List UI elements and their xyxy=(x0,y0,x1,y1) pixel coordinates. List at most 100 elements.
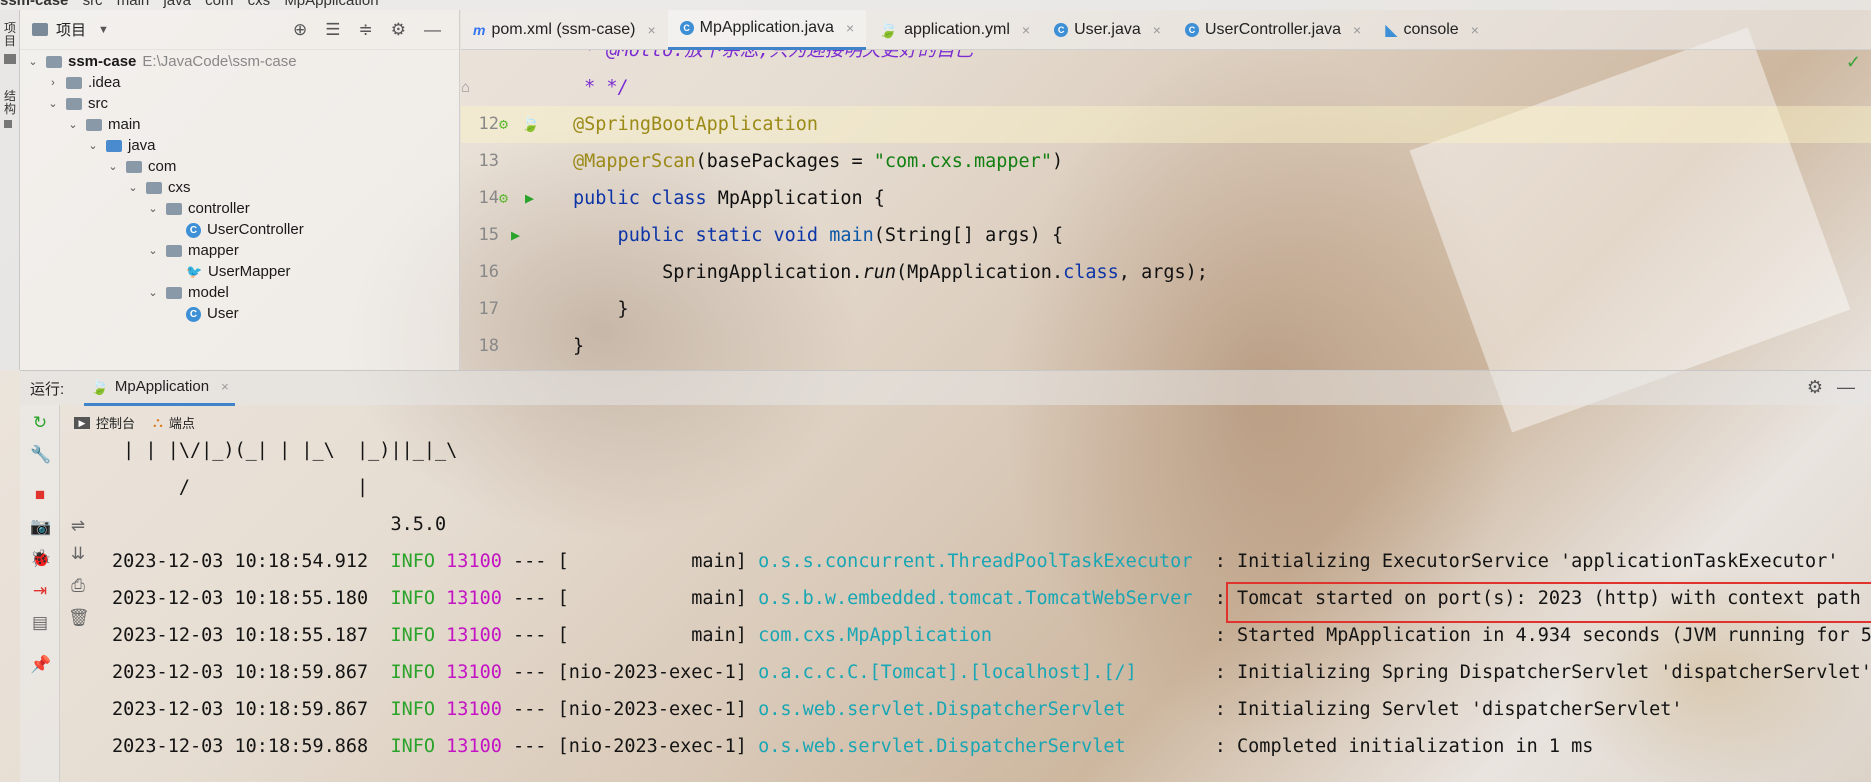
breadcrumb-item[interactable]: MpApplication xyxy=(284,0,378,9)
console-banner-line: / | xyxy=(112,477,369,498)
print-icon[interactable]: ⎙ xyxy=(68,576,88,596)
close-icon[interactable]: × xyxy=(221,379,229,394)
chevron-down-icon[interactable]: ⌄ xyxy=(146,239,160,263)
tab-usercontroller-java[interactable]: C UserController.java × xyxy=(1173,10,1373,50)
class-icon: C xyxy=(186,222,201,238)
close-icon[interactable]: × xyxy=(1153,22,1161,38)
log-thread: [nio-2023-exec-1] xyxy=(557,662,747,683)
run-icon[interactable]: ▶ xyxy=(511,217,520,254)
tree-item-user[interactable]: C User xyxy=(186,302,239,326)
folder-icon xyxy=(66,77,82,89)
layout-icon[interactable]: ▤ xyxy=(30,613,50,633)
chevron-down-icon[interactable]: ⌄ xyxy=(146,197,160,221)
code-token: class xyxy=(1063,262,1119,283)
exit-icon[interactable]: ⇥ xyxy=(30,581,50,601)
gear-icon[interactable]: ⚙ xyxy=(391,20,406,40)
chevron-down-icon[interactable]: ⌄ xyxy=(26,50,40,74)
fold-icon[interactable]: ⌂ xyxy=(461,69,470,106)
gear-icon[interactable]: ⚙ xyxy=(1807,377,1823,398)
package-icon xyxy=(166,203,182,215)
breadcrumb-item[interactable]: ssm-case xyxy=(0,0,68,9)
debug-icon[interactable]: 🐞 xyxy=(30,549,51,569)
run-panel-header: 运行: 🍃 MpApplication × ⚙ — xyxy=(20,370,1871,406)
log-logger[interactable]: o.a.c.c.C.[Tomcat].[localhost].[/] xyxy=(758,662,1204,683)
log-logger[interactable]: o.s.s.concurrent.ThreadPoolTaskExecutor xyxy=(758,551,1204,572)
log-level: INFO xyxy=(390,588,436,609)
tab-user-java[interactable]: C User.java × xyxy=(1042,10,1173,50)
breadcrumb-item[interactable]: main xyxy=(117,0,150,9)
console-log-line: 2023-12-03 10:18:55.180 INFO 13100 --- [… xyxy=(112,580,1871,617)
console-banner-line: 3.5.0 xyxy=(112,514,447,535)
project-tool-tab[interactable]: 项目 xyxy=(2,22,18,48)
spring-bean-icon[interactable]: ⚙ xyxy=(499,106,508,143)
tab-console-view[interactable]: ▶ 控制台 xyxy=(74,413,135,432)
wrench-icon[interactable]: 🔧 xyxy=(30,445,51,465)
tab-pom-xml[interactable]: m pom.xml (ssm-case) × xyxy=(461,10,668,50)
code-text: @MapperScan(basePackages = "com.cxs.mapp… xyxy=(573,143,1063,180)
chevron-down-icon[interactable]: ▼ xyxy=(98,24,109,36)
breadcrumb-item[interactable]: src xyxy=(83,0,103,9)
project-panel-title[interactable]: 项目 xyxy=(56,19,86,40)
stop-icon[interactable]: ■ xyxy=(30,485,50,505)
code-line: 17 } xyxy=(461,291,1871,328)
tool-window-strip: 项目 结构 xyxy=(0,10,20,370)
chevron-down-icon[interactable]: ⌄ xyxy=(86,134,100,158)
breadcrumb-item[interactable]: java xyxy=(163,0,191,9)
minimize-icon[interactable]: — xyxy=(1837,377,1855,398)
spring-icon[interactable]: 🍃 xyxy=(521,106,540,143)
log-level: INFO xyxy=(390,551,436,572)
log-timestamp: 2023-12-03 10:18:59.867 xyxy=(112,699,369,720)
close-icon[interactable]: × xyxy=(647,22,655,38)
minimize-icon[interactable]: — xyxy=(424,20,441,40)
tab-label: console xyxy=(1403,20,1459,38)
tab-endpoints[interactable]: ⛬ 端点 xyxy=(153,413,195,432)
chevron-down-icon[interactable]: ⌄ xyxy=(66,113,80,137)
log-thread: [ main] xyxy=(557,551,747,572)
structure-icon xyxy=(4,120,12,128)
tab-mpapplication[interactable]: C MpApplication.java × xyxy=(667,9,867,50)
code-editor[interactable]: * @Motto:放下杂念,只为迎接明天更好的自己 ⌂ * */ 12 ⚙ 🍃 … xyxy=(461,50,1871,370)
structure-tool-tab[interactable]: 结构 xyxy=(2,90,18,116)
tab-console[interactable]: ◣ console × xyxy=(1373,10,1491,50)
log-logger[interactable]: o.s.web.servlet.DispatcherServlet xyxy=(758,736,1204,757)
log-thread: [nio-2023-exec-1] xyxy=(557,736,747,757)
chevron-down-icon[interactable]: ⌄ xyxy=(146,281,160,305)
tab-application-yml[interactable]: 🍃 application.yml × xyxy=(866,10,1042,50)
locate-icon[interactable]: ⊕ xyxy=(293,20,307,40)
class-icon: C xyxy=(1184,22,1199,37)
console-output[interactable]: | | |\/|_)(_| | |_\ |_)||_|_\ / | 3.5.0 … xyxy=(96,440,1871,782)
pin-icon[interactable]: 📌 xyxy=(30,655,51,675)
run-icon[interactable]: ▶ xyxy=(525,180,534,217)
close-icon[interactable]: × xyxy=(1353,22,1361,38)
scroll-to-end-icon[interactable]: ⇊ xyxy=(68,544,88,564)
rerun-icon[interactable]: ↻ xyxy=(30,413,50,433)
breadcrumb-item[interactable]: cxs xyxy=(248,0,271,9)
log-level: INFO xyxy=(390,736,436,757)
close-icon[interactable]: × xyxy=(846,20,854,36)
trash-icon[interactable]: 🗑 xyxy=(68,608,90,628)
breadcrumb-item[interactable]: com xyxy=(205,0,233,9)
log-logger[interactable]: com.cxs.MpApplication xyxy=(758,625,1204,646)
chevron-down-icon[interactable]: ⌄ xyxy=(46,92,60,116)
close-icon[interactable]: × xyxy=(1471,22,1479,38)
spring-bean-icon[interactable]: ⚙ xyxy=(499,180,508,217)
close-icon[interactable]: × xyxy=(1022,22,1030,38)
camera-icon[interactable]: 📷 xyxy=(30,517,51,537)
chevron-down-icon[interactable]: ⌄ xyxy=(106,155,120,179)
expand-all-icon[interactable]: ☰ xyxy=(325,20,340,40)
log-thread: [ main] xyxy=(557,625,747,646)
mybatis-icon: 🐦 xyxy=(186,264,203,279)
code-token: run xyxy=(862,262,897,283)
log-logger[interactable]: o.s.web.servlet.DispatcherServlet xyxy=(758,699,1204,720)
collapse-all-icon[interactable]: ≑ xyxy=(359,20,373,40)
folder-icon xyxy=(46,56,62,68)
editor-tabs: m pom.xml (ssm-case) × C MpApplication.j… xyxy=(461,9,1871,50)
maven-icon: m xyxy=(473,21,486,38)
code-line: ⌂ * */ xyxy=(461,69,1871,106)
run-tab-mpapplication[interactable]: 🍃 MpApplication × xyxy=(84,371,235,406)
line-number: 12 xyxy=(478,114,499,134)
log-logger[interactable]: o.s.b.w.embedded.tomcat.TomcatWebServer xyxy=(758,588,1204,609)
source-folder-icon xyxy=(106,140,122,152)
soft-wrap-icon[interactable]: ⇌ xyxy=(68,516,88,536)
chevron-down-icon[interactable]: ⌄ xyxy=(126,176,140,200)
